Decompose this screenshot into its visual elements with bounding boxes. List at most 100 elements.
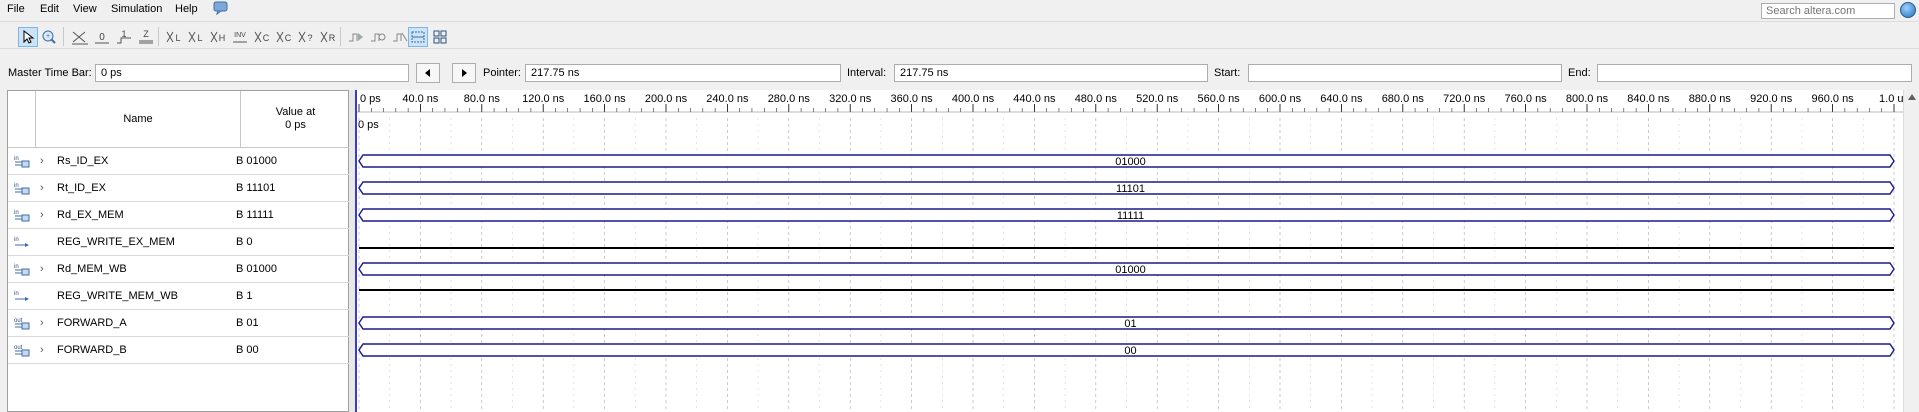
weak-high-icon[interactable]: H <box>208 27 228 47</box>
name-column-label: Name <box>123 113 153 125</box>
signal-value: B 1 <box>236 290 253 302</box>
menu-edit[interactable]: Edit <box>40 3 59 15</box>
svg-text:in: in <box>14 183 19 189</box>
weak-low-icon[interactable]: L <box>186 27 206 47</box>
scroll-up-arrow-icon[interactable] <box>1908 94 1916 100</box>
bus-value-label: 11111 <box>1117 210 1144 222</box>
selection-tool-icon[interactable] <box>18 27 38 47</box>
signal-row[interactable]: in › Rd_MEM_WB B 01000 <box>8 256 350 283</box>
svg-text:in: in <box>14 237 19 243</box>
waveform-canvas[interactable]: 0 ps 40.0 ns 80.0 ns 120.0 ns 160.0 ns 200.0 … <box>357 90 1903 412</box>
svg-text:L: L <box>175 33 180 43</box>
ruler-label: 360.0 ns <box>890 93 933 105</box>
signal-row[interactable]: out › FORWARD_B B 00 <box>8 337 350 364</box>
menu-help[interactable]: Help <box>175 3 198 15</box>
globe-icon[interactable] <box>1900 2 1916 18</box>
end-label: End: <box>1568 67 1591 79</box>
ruler-label: 200.0 ns <box>645 93 688 105</box>
svg-text:in: in <box>14 291 19 297</box>
input-pin-icon: in <box>13 208 31 222</box>
generate-netlist-icon[interactable] <box>390 27 410 47</box>
expand-chevron-icon[interactable]: › <box>40 209 50 221</box>
toolbar-separator <box>340 27 341 46</box>
pointer-field: 217.75 ns <box>525 64 841 82</box>
input-pin-icon: in <box>13 262 31 276</box>
snap-to-grid-icon[interactable] <box>408 27 428 47</box>
expand-chevron-icon[interactable]: › <box>40 344 50 356</box>
type-column-header <box>8 91 36 148</box>
clock-icon[interactable]: C <box>274 27 294 47</box>
bus-value-label: 00 <box>1124 345 1136 357</box>
weak-unknown-icon[interactable]: L <box>164 27 184 47</box>
svg-text:in: in <box>14 156 19 162</box>
search-input[interactable] <box>1761 3 1895 19</box>
ruler-label: 600.0 ns <box>1259 93 1302 105</box>
help-speech-icon[interactable] <box>212 1 230 16</box>
value-column-header[interactable]: Value at 0 ps <box>241 91 350 148</box>
master-time-bar-field[interactable]: 0 ps <box>95 64 409 82</box>
grid-settings-icon[interactable] <box>430 27 450 47</box>
expand-chevron-icon[interactable]: › <box>40 263 50 275</box>
name-column-header[interactable]: Name <box>36 91 241 148</box>
menu-bar: File Edit View Simulation Help <box>0 0 1919 19</box>
ruler-label: 0 ps <box>360 93 381 105</box>
bus-value-label: 01000 <box>1115 156 1146 168</box>
svg-text:in: in <box>14 264 19 270</box>
high-impedance-icon[interactable]: Z <box>136 27 156 47</box>
menu-view[interactable]: View <box>73 3 97 15</box>
toolbar-separator <box>158 27 159 46</box>
ruler-label: 80.0 ns <box>464 93 501 105</box>
invert-icon[interactable]: INV <box>230 27 250 47</box>
expand-chevron-icon[interactable]: › <box>40 155 50 167</box>
expand-chevron-icon[interactable]: › <box>40 317 50 329</box>
signal-row[interactable]: in REG_WRITE_MEM_WB B 1 <box>8 283 350 310</box>
force-low-icon[interactable]: 0 <box>92 27 112 47</box>
signal-value: B 11111 <box>236 209 274 221</box>
force-high-icon[interactable]: 1 <box>114 27 134 47</box>
ruler-label: 680.0 ns <box>1382 93 1425 105</box>
output-pin-icon: out <box>13 316 31 330</box>
count-value-icon[interactable]: C <box>252 27 272 47</box>
input-pin-icon: in <box>13 235 31 249</box>
next-transition-button[interactable] <box>452 63 476 83</box>
end-field[interactable] <box>1597 64 1912 82</box>
run-timing-simulation-icon[interactable] <box>368 27 388 47</box>
signal-name: Rs_ID_EX <box>57 155 109 167</box>
svg-text:in: in <box>14 210 19 216</box>
random-value-icon[interactable]: R <box>318 27 338 47</box>
signal-row[interactable]: in › Rt_ID_EX B 11101 <box>8 175 350 202</box>
value-column-label-line1: Value at <box>275 106 316 118</box>
svg-text:C: C <box>263 33 270 43</box>
svg-text:H: H <box>219 33 226 43</box>
ruler-label: 520.0 ns <box>1136 93 1179 105</box>
start-field[interactable] <box>1248 64 1562 82</box>
ruler-label: 640.0 ns <box>1320 93 1363 105</box>
forcing-unknown-icon[interactable] <box>70 27 90 47</box>
vertical-scrollbar[interactable] <box>1903 90 1919 412</box>
signal-row[interactable]: in › Rs_ID_EX B 01000 <box>8 148 350 175</box>
input-pin-icon: in <box>13 154 31 168</box>
ruler-label: 400.0 ns <box>952 93 995 105</box>
toolbar: + 0 1 Z L L H INV C C ? R <box>0 21 1919 49</box>
previous-transition-button[interactable] <box>416 63 440 83</box>
zoom-tool-icon[interactable]: + <box>39 27 59 47</box>
menu-simulation[interactable]: Simulation <box>111 3 162 15</box>
signal-row[interactable]: out › FORWARD_A B 01 <box>8 310 350 337</box>
menu-file[interactable]: File <box>7 3 25 15</box>
svg-text:+: + <box>46 33 50 40</box>
ruler-label: 480.0 ns <box>1075 93 1118 105</box>
arbitrary-value-icon[interactable]: ? <box>296 27 316 47</box>
expand-chevron-icon[interactable]: › <box>40 182 50 194</box>
signal-row[interactable]: in › Rd_EX_MEM B 11111 <box>8 202 350 229</box>
waveform-area[interactable]: 0 ps 40.0 ns 80.0 ns 120.0 ns 160.0 ns 200.0 … <box>355 90 1903 412</box>
svg-text:0: 0 <box>99 32 105 43</box>
signal-row[interactable]: in REG_WRITE_EX_MEM B 0 <box>8 229 350 256</box>
ruler-label: 40.0 ns <box>402 93 439 105</box>
signal-name: FORWARD_B <box>57 344 127 356</box>
run-functional-simulation-icon[interactable] <box>346 27 366 47</box>
ruler-label: 800.0 ns <box>1566 93 1609 105</box>
input-pin-icon: in <box>13 181 31 195</box>
signal-value: B 01000 <box>236 155 277 167</box>
signal-name: Rt_ID_EX <box>57 182 106 194</box>
ruler-label: 280.0 ns <box>768 93 811 105</box>
